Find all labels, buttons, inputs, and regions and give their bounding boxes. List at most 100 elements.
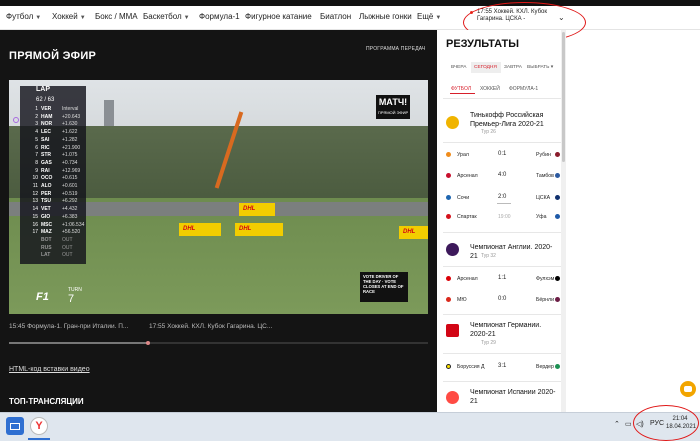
- schedule-link[interactable]: ПРОГРАММА ПЕРЕДАЧ: [366, 46, 425, 52]
- tab-formula1[interactable]: ФОРМУЛА-1: [509, 86, 538, 92]
- dhl-banner: DHL: [399, 226, 428, 239]
- team-badge-icon: [446, 152, 451, 157]
- team-badge-icon: [446, 173, 451, 178]
- nav-boxing[interactable]: Бокс / ММА: [95, 12, 138, 21]
- team-badge-icon: [446, 214, 451, 219]
- stream-thumb-f1[interactable]: 15:45 Формула-1. Гран-при Италии. П...: [9, 323, 128, 330]
- taskbar-active-indicator: [28, 438, 50, 440]
- results-title: РЕЗУЛЬТАТЫ: [446, 38, 519, 50]
- divider: [443, 98, 561, 99]
- turn-indicator: TURN 7: [68, 287, 82, 305]
- dhl-banner: DHL: [235, 223, 283, 236]
- chevron-down-icon[interactable]: ⌄: [558, 13, 565, 22]
- tray-chevron-icon[interactable]: ⌃: [614, 420, 620, 428]
- taskbar: [0, 412, 700, 441]
- divider: [443, 232, 561, 233]
- league-tour: Тур 32: [481, 253, 496, 259]
- team-badge-icon: [446, 195, 451, 200]
- league-name[interactable]: Тинькофф Российская Премьер-Лига 2020-21: [470, 111, 560, 129]
- nav-figure-skating[interactable]: Фигурное катание: [245, 12, 312, 21]
- premier-league-logo-icon: [446, 243, 459, 256]
- current-match-text: 17:55 Хоккей. КХЛ. Кубок Гагарина. ЦСКА …: [477, 9, 548, 22]
- match-row[interactable]: Боруссия Д 3:1 Вердер: [443, 362, 561, 372]
- standings-row: 12 PER +0.519: [32, 190, 78, 197]
- dhl-banner: DHL: [179, 223, 221, 236]
- embed-code-link[interactable]: HTML-код вставки видео: [9, 366, 90, 373]
- match-row[interactable]: Арсенал 1:1 Фулхэм: [443, 274, 561, 284]
- standings-row: 14 VET +4.432: [32, 206, 78, 213]
- rpl-logo-icon: [446, 116, 459, 129]
- standings-row: 6 RIC +21.900: [35, 144, 81, 151]
- volume-icon[interactable]: ◁): [636, 420, 644, 428]
- match-row[interactable]: МЮ 0:0 Бёрнли: [443, 295, 561, 305]
- divider: [443, 314, 561, 315]
- team-badge-icon: [555, 297, 560, 302]
- tab-football[interactable]: ФУТБОЛ: [451, 86, 471, 92]
- mail-icon[interactable]: [6, 417, 24, 435]
- tab-underline: [450, 93, 475, 94]
- nav-basketball[interactable]: Баскетбол ▼: [143, 12, 190, 21]
- team-badge-icon: [555, 195, 560, 200]
- standings-row: 2 HAM +20.643: [35, 113, 81, 120]
- standings-row: 11 ALO +0.601: [32, 183, 78, 189]
- standings-row: 7 STR +1.075: [35, 152, 78, 159]
- standings-row: 10 OCO +0.615: [32, 175, 78, 182]
- language-indicator[interactable]: РУС: [650, 420, 664, 427]
- tab-tomorrow[interactable]: ЗАВТРА: [504, 65, 522, 70]
- clock-date: 18.04.2021: [666, 424, 697, 430]
- standings-row: 9 RAI +12.969: [35, 167, 81, 174]
- nav-formula1[interactable]: Формула-1: [199, 12, 240, 21]
- network-icon[interactable]: ▭: [625, 420, 632, 428]
- standings-row: 8 GAS +0.734: [35, 159, 78, 166]
- lap-count: 62 / 63: [36, 97, 55, 103]
- top-streams-title: ТОП-ТРАНСЛЯЦИИ: [9, 397, 84, 406]
- standings-row: 15 GIO +6.383: [32, 213, 78, 220]
- standings-row: RUS OUT: [41, 244, 73, 251]
- match-row[interactable]: Арсенал 4:0 Тамбов: [443, 171, 561, 181]
- progress-knob[interactable]: [146, 341, 150, 345]
- team-badge-icon: [555, 214, 560, 219]
- dhl-banner: DHL: [239, 203, 275, 216]
- stream-progress[interactable]: [9, 341, 428, 345]
- match-row[interactable]: Сочи 2:0 ЦСКА: [443, 193, 561, 203]
- league-name[interactable]: Чемпионат Германии. 2020-21: [470, 321, 560, 339]
- divider: [443, 381, 561, 382]
- nav-hockey[interactable]: Хоккей ▼: [52, 12, 86, 21]
- standings-row: 5 SAI +1.282: [35, 136, 78, 143]
- team-badge-icon: [446, 297, 451, 302]
- standings-row: 3 NOR +1.630: [35, 121, 78, 128]
- fastest-lap-icon: [13, 117, 19, 123]
- standings-row: 13 TSU +6.292: [32, 198, 78, 205]
- lap-standings-box: LAP 62 / 63 1 VER Interval 2 HAM +20.643 3 NOR +…: [20, 86, 86, 264]
- match-tv-logo: МАТЧ! ПРЯМОЙ ЭФИР: [376, 95, 410, 119]
- yandex-browser-icon[interactable]: Y: [30, 417, 48, 435]
- match-row[interactable]: Урал 0:1 Рубин: [443, 150, 561, 160]
- team-badge-icon: [446, 364, 451, 369]
- team-badge-icon: [555, 173, 560, 178]
- current-match-dropdown[interactable]: 17:55 Хоккей. КХЛ. Кубок Гагарина. ЦСКА …: [470, 9, 552, 31]
- live-title: ПРЯМОЙ ЭФИР: [9, 50, 97, 62]
- tab-choose[interactable]: ВЫБРАТЬ ▾: [527, 65, 553, 70]
- league-name[interactable]: Чемпионат Испании 2020-21: [470, 388, 560, 406]
- score-underline: [497, 203, 511, 204]
- stream-thumb-hockey[interactable]: 17:55 Хоккей. КХЛ. Кубок Гагарина. ЦС...: [149, 323, 272, 330]
- scrollbar-thumb[interactable]: [562, 32, 565, 162]
- vote-driver-box: VOTE DRIVER OF THE DAY · VOTE CLOSES AT …: [360, 272, 408, 302]
- tab-yesterday[interactable]: ВЧЕРА: [451, 65, 466, 70]
- nav-ski-racing[interactable]: Лыжные гонки: [359, 12, 412, 21]
- bundesliga-logo-icon: [446, 324, 459, 337]
- match-row[interactable]: Спартак 19:00 Уфа: [443, 212, 561, 222]
- clock[interactable]: 21:04 18.04.2021: [666, 415, 697, 431]
- tab-today[interactable]: СЕГОДНЯ: [474, 65, 497, 70]
- laliga-logo-icon: [446, 391, 459, 404]
- team-badge-icon: [446, 276, 451, 281]
- nav-more[interactable]: Ещё ▼: [417, 12, 441, 21]
- tab-hockey[interactable]: ХОККЕЙ: [480, 86, 500, 92]
- standings-row: 16 MSC +1:06.534: [32, 221, 85, 228]
- nav-football[interactable]: Футбол ▼: [6, 12, 41, 21]
- nav-biathlon[interactable]: Биатлон: [320, 12, 351, 21]
- standings-row: 1 VER Interval: [35, 106, 79, 112]
- chat-icon[interactable]: [680, 381, 696, 397]
- divider: [443, 266, 561, 267]
- standings-row: LAT OUT: [41, 252, 73, 259]
